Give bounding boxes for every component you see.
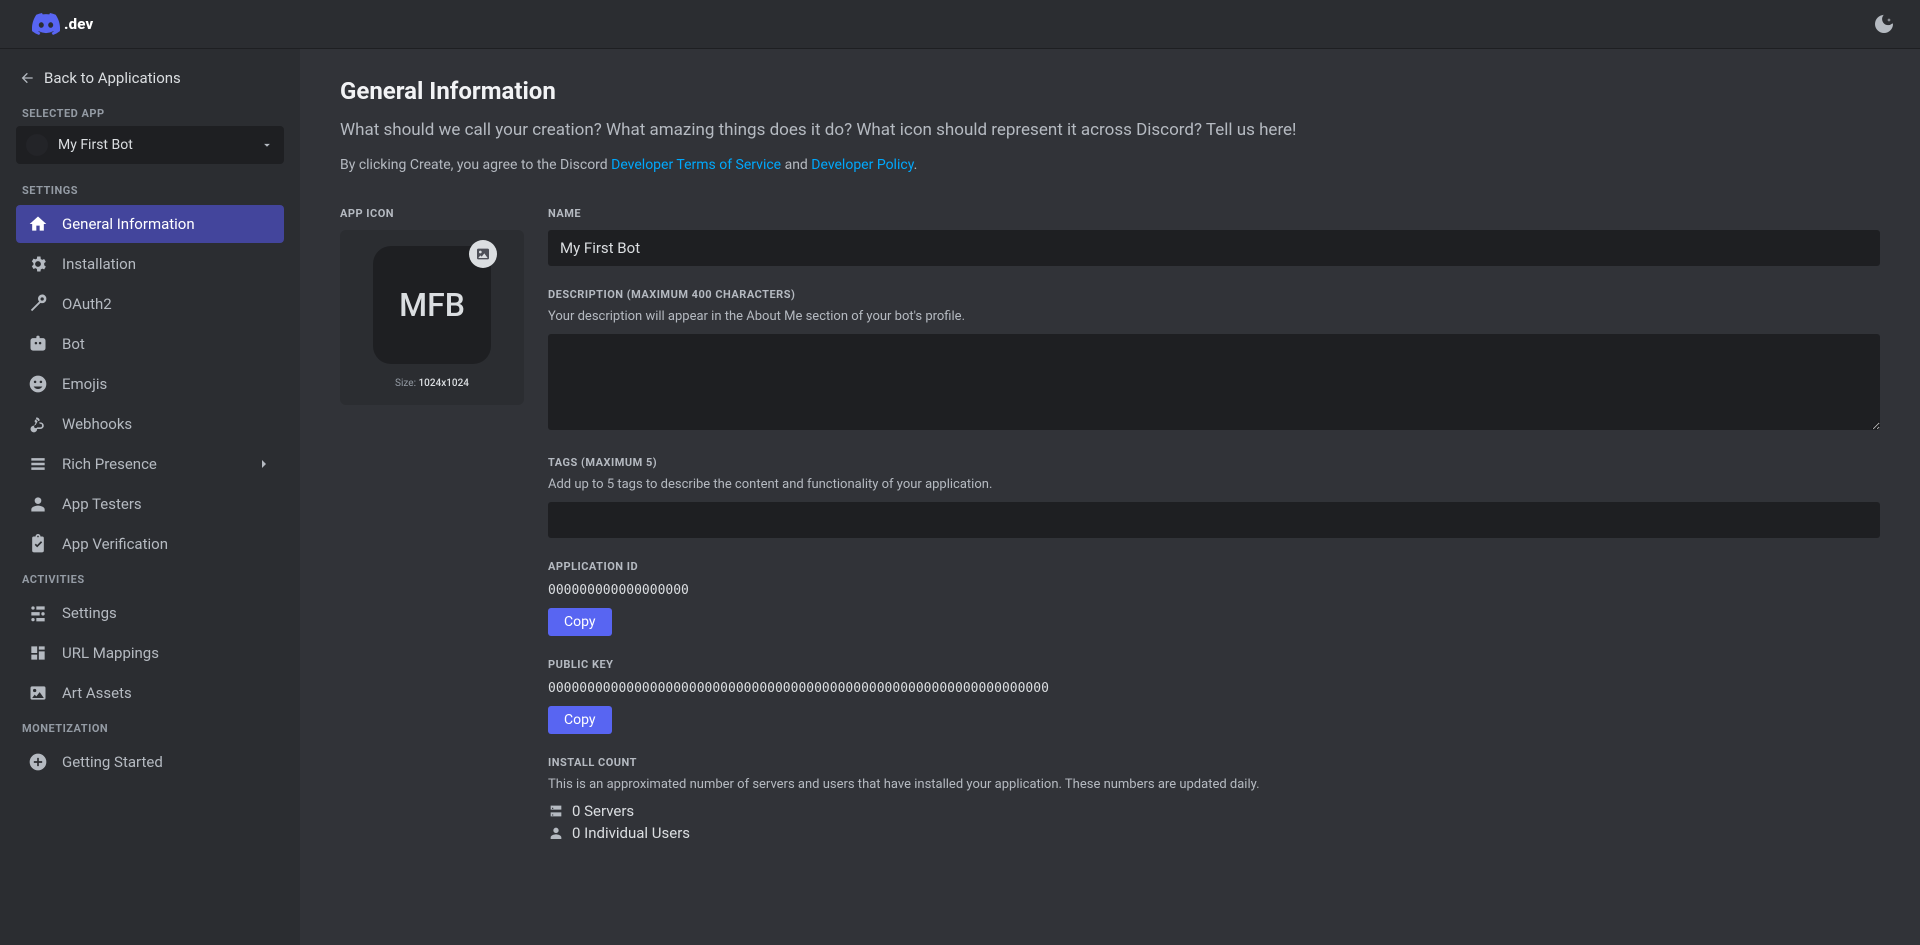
gear-icon: [28, 254, 48, 274]
sidebar-item-general-information[interactable]: General Information: [16, 205, 284, 243]
description-input[interactable]: [548, 334, 1880, 430]
webhook-icon: [28, 414, 48, 434]
activities-heading: Activities: [12, 565, 288, 592]
copy-app-id-button[interactable]: Copy: [548, 608, 612, 636]
plus-circle-icon: [28, 752, 48, 772]
sidebar-item-app-testers[interactable]: App Testers: [16, 485, 284, 523]
arrow-left-icon: [20, 70, 36, 86]
robot-icon: [28, 334, 48, 354]
public-key-label: Public Key: [548, 658, 1880, 671]
sidebar-item-oauth2[interactable]: OAuth2: [16, 285, 284, 323]
app-icon-label: App Icon: [340, 207, 524, 220]
user-icon: [548, 825, 564, 841]
tos-link[interactable]: Developer Terms of Service: [611, 157, 781, 173]
app-icon-uploader[interactable]: MFB Size: 1024x1024: [340, 230, 524, 405]
policy-link[interactable]: Developer Policy: [811, 157, 913, 173]
sidebar-item-webhooks[interactable]: Webhooks: [16, 405, 284, 443]
home-icon: [28, 214, 48, 234]
install-count-help: This is an approximated number of server…: [548, 777, 1880, 792]
chevron-down-icon: [260, 138, 274, 152]
theme-toggle-icon[interactable]: [1872, 12, 1896, 36]
app-id-label: Application ID: [548, 560, 1880, 573]
sidebar: Back to Applications Selected App My Fir…: [0, 49, 300, 945]
page-title: General Information: [340, 77, 1880, 105]
sidebar-item-getting-started[interactable]: Getting Started: [16, 743, 284, 781]
users-count-row: 0 Individual Users: [548, 824, 1880, 842]
settings-heading: Settings: [12, 176, 288, 203]
app-selector-dropdown[interactable]: My First Bot: [16, 126, 284, 164]
tags-input[interactable]: [548, 502, 1880, 538]
back-to-applications-link[interactable]: Back to Applications: [12, 65, 288, 99]
description-field-label: Description (maximum 400 characters): [548, 288, 1880, 301]
copy-public-key-button[interactable]: Copy: [548, 706, 612, 734]
page-subtitle: What should we call your creation? What …: [340, 119, 1880, 143]
emoji-icon: [28, 374, 48, 394]
image-icon: [28, 683, 48, 703]
servers-icon: [548, 803, 564, 819]
brand-suffix: .dev: [64, 15, 93, 33]
sidebar-item-rich-presence[interactable]: Rich Presence: [16, 445, 284, 483]
wrench-icon: [28, 294, 48, 314]
monetization-heading: Monetization: [12, 714, 288, 741]
map-icon: [28, 643, 48, 663]
sidebar-item-installation[interactable]: Installation: [16, 245, 284, 283]
app-icon-size-hint: Size: 1024x1024: [395, 378, 469, 389]
servers-count-row: 0 Servers: [548, 802, 1880, 820]
app-avatar-icon: [26, 134, 48, 156]
clipboard-check-icon: [28, 534, 48, 554]
selected-app-heading: Selected App: [12, 99, 288, 126]
legal-text: By clicking Create, you agree to the Dis…: [340, 157, 1880, 173]
sidebar-item-url-mappings[interactable]: URL Mappings: [16, 634, 284, 672]
public-key-value: 0000000000000000000000000000000000000000…: [548, 681, 1880, 696]
sidebar-item-art-assets[interactable]: Art Assets: [16, 674, 284, 712]
install-count-label: Install Count: [548, 756, 1880, 769]
main-content: General Information What should we call …: [300, 49, 1920, 945]
tags-field-label: Tags (maximum 5): [548, 456, 1880, 469]
person-icon: [28, 494, 48, 514]
sidebar-item-bot[interactable]: Bot: [16, 325, 284, 363]
sidebar-item-emojis[interactable]: Emojis: [16, 365, 284, 403]
name-input[interactable]: [548, 230, 1880, 266]
app-icon-preview: MFB: [373, 246, 491, 364]
sliders-icon: [28, 603, 48, 623]
list-icon: [28, 454, 48, 474]
name-field-label: Name: [548, 207, 1880, 220]
upload-image-icon[interactable]: [469, 240, 497, 268]
top-bar: .dev: [0, 0, 1920, 49]
sidebar-item-activity-settings[interactable]: Settings: [16, 594, 284, 632]
app-id-value: 000000000000000000: [548, 583, 1880, 598]
tags-help-text: Add up to 5 tags to describe the content…: [548, 477, 1880, 492]
sidebar-item-app-verification[interactable]: App Verification: [16, 525, 284, 563]
description-help-text: Your description will appear in the Abou…: [548, 309, 1880, 324]
discord-logo-icon: [32, 13, 60, 35]
selected-app-name: My First Bot: [58, 137, 250, 153]
brand-logo[interactable]: .dev: [32, 13, 93, 35]
chevron-right-icon: [256, 456, 272, 472]
